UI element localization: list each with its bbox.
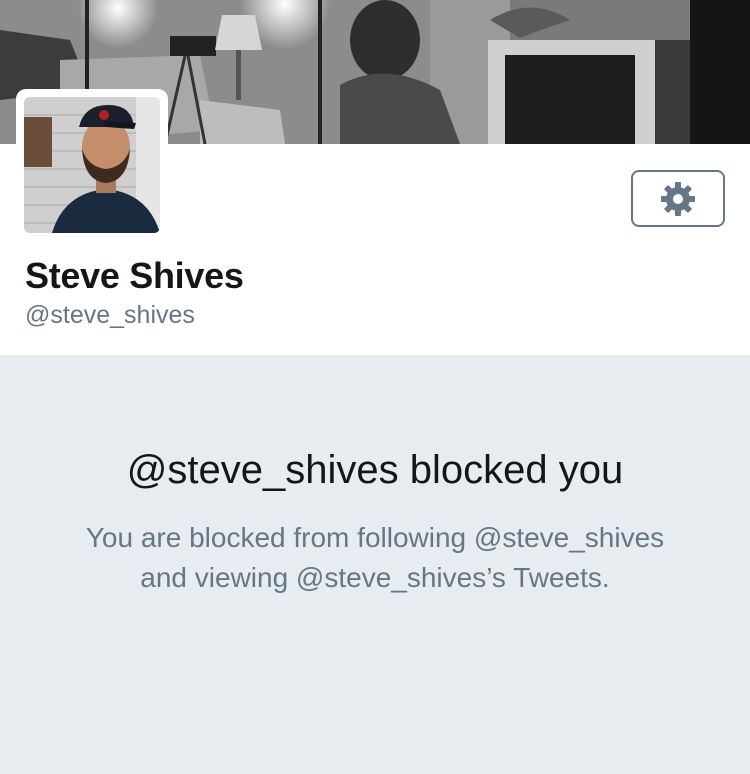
blocked-message-panel: @steve_shives blocked you You are blocke…	[0, 355, 750, 774]
blocked-title: @steve_shives blocked you	[126, 448, 624, 492]
profile-handle: @steve_shives	[25, 301, 195, 329]
gear-icon	[661, 181, 695, 216]
avatar-photo	[24, 97, 160, 233]
avatar-image	[24, 97, 160, 233]
profile-avatar[interactable]	[16, 89, 168, 241]
blocked-description: You are blocked from following @steve_sh…	[85, 522, 665, 593]
profile-display-name: Steve Shives	[25, 255, 244, 296]
settings-button[interactable]	[631, 170, 725, 227]
